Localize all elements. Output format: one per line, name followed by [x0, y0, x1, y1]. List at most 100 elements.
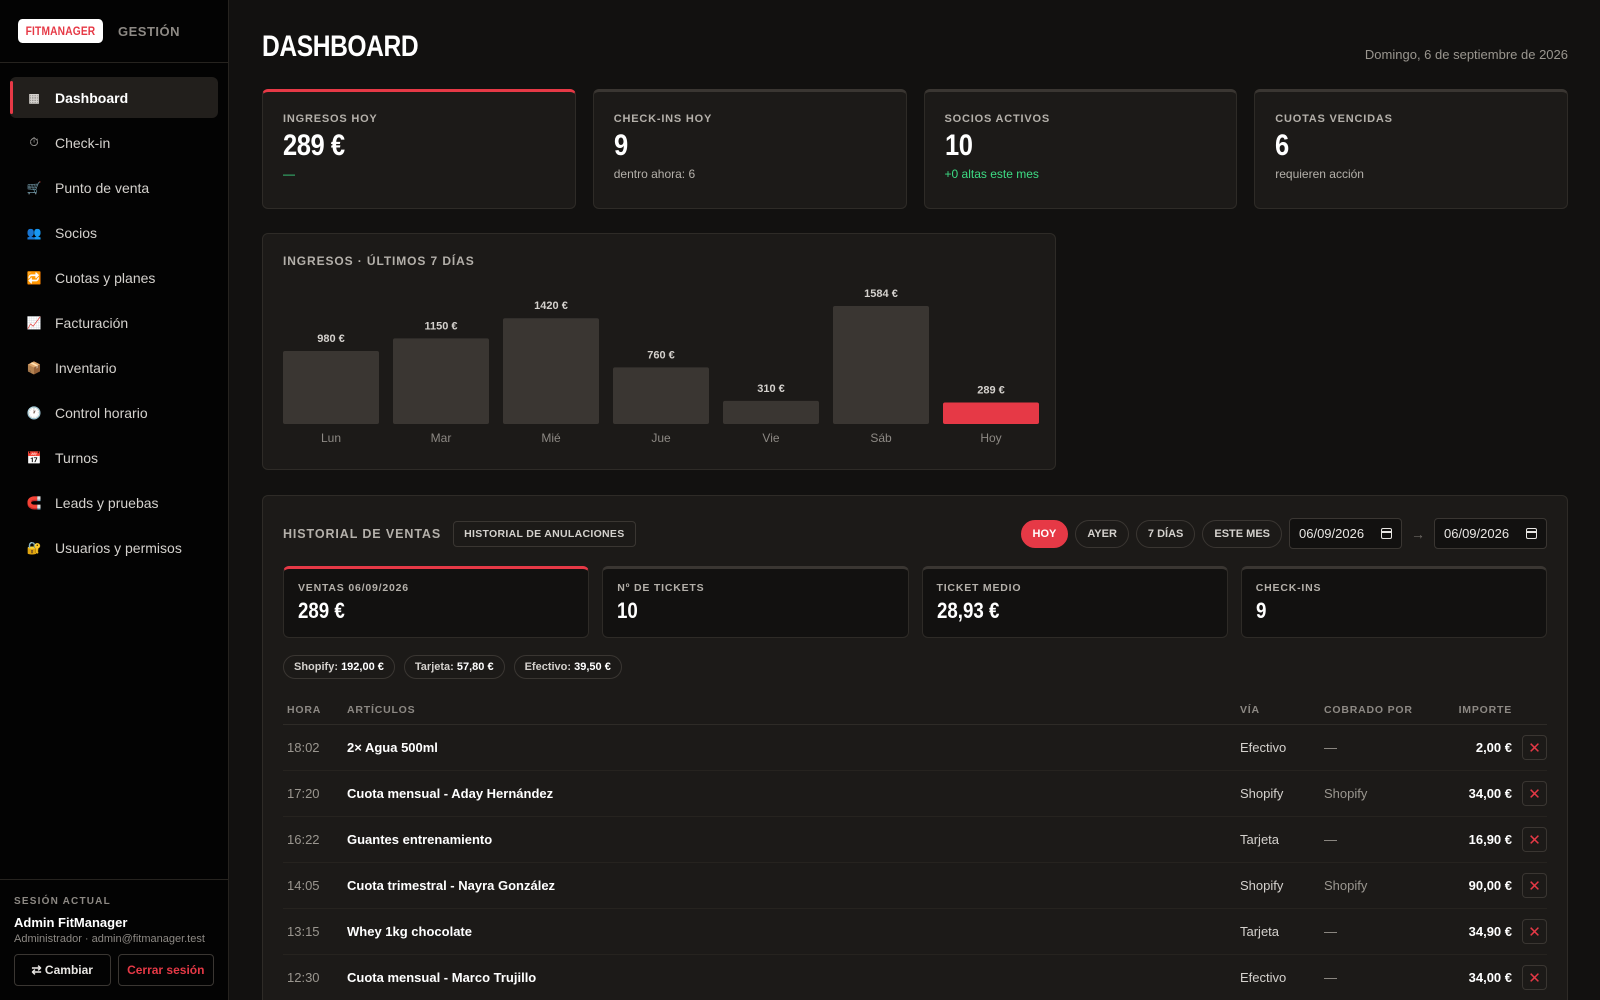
bar-hoy[interactable] [943, 402, 1039, 424]
cell-cobrado: — [1324, 832, 1337, 847]
kpi-row: INGRESOS HOY 289 € — CHECK-INS HOY 9 dentro a… [262, 89, 1568, 209]
bar-lun[interactable] [283, 350, 379, 424]
payment-chip: Shopify: 192,00 € [283, 655, 395, 679]
repeat-icon: 🔁 [26, 270, 42, 285]
sidebar-item-label: Turnos [55, 449, 99, 466]
bar-mié[interactable] [503, 318, 599, 424]
sidebar-item-facturación[interactable]: 📈 Facturación [10, 302, 218, 343]
date-from-input[interactable]: 06/09/2026 [1289, 518, 1402, 549]
bar-category-label: Sáb [870, 431, 892, 445]
bar-jue[interactable] [613, 367, 709, 424]
change-user-button[interactable]: ⇄ Cambiar [14, 954, 111, 986]
bar-mar[interactable] [393, 338, 489, 424]
revenue-chart-title: INGRESOS · ÚLTIMOS 7 DÍAS [283, 254, 475, 268]
summary-value: 28,93 € [936, 598, 999, 623]
cell-articulos: 2× Agua 500ml [347, 740, 438, 755]
cell-via: Tarjeta [1240, 832, 1280, 847]
revenue-bar-chart: 980 € Lun 1150 € Mar 1420 € Mié 760 € Jue 310 € V… [283, 288, 1039, 445]
cell-articulos: Whey 1kg chocolate [347, 924, 472, 939]
brand-logo[interactable]: FITMANAGER [18, 19, 103, 43]
cell-cobrado: Shopify [1324, 878, 1368, 893]
filter-pill[interactable]: ESTE MES [1202, 519, 1282, 548]
filter-pill[interactable]: 7 DÍAS [1135, 519, 1196, 548]
col-cobrado-por[interactable]: COBRADO POR [1324, 704, 1442, 716]
cell-articulos: Guantes entrenamiento [347, 832, 493, 847]
chip-label: Tarjeta: [414, 661, 454, 673]
delete-sale-button[interactable]: ✕ [1522, 827, 1547, 852]
session-label: SESIÓN ACTUAL [14, 896, 111, 907]
sidebar-item-label: Usuarios y permisos [55, 539, 182, 556]
delete-sale-button[interactable]: ✕ [1522, 781, 1547, 806]
calendar-icon[interactable] [1526, 528, 1537, 539]
logout-button[interactable]: Cerrar sesión [117, 954, 214, 986]
sidebar-item-label: Control horario [55, 404, 148, 421]
arrow-right-icon: → [1411, 525, 1425, 542]
delete-sale-button[interactable]: ✕ [1522, 965, 1547, 990]
chip-value: 39,50 € [574, 661, 611, 673]
bar-value-label: 1584 € [864, 288, 898, 300]
cell-via: Shopify [1240, 786, 1284, 801]
clock-icon: 🕐 [26, 405, 42, 420]
chip-label: Shopify: [294, 661, 338, 673]
session-panel: SESIÓN ACTUAL Admin FitManager Administr… [0, 879, 228, 1000]
sidebar-item-socios[interactable]: 👥 Socios [10, 212, 218, 253]
table-row[interactable]: 17:20 Cuota mensual - Aday Hernández Shopi… [283, 771, 1547, 817]
cancellations-history-button[interactable]: HISTORIAL DE ANULACIONES [453, 520, 636, 547]
summary-label: VENTAS 06/09/2026 [298, 582, 409, 594]
sidebar-item-check-in[interactable]: ⏱ Check-in [10, 122, 218, 163]
date-to-input[interactable]: 06/09/2026 [1434, 518, 1547, 549]
sidebar-item-inventario[interactable]: 📦 Inventario [10, 347, 218, 388]
sidebar-item-label: Cuotas y planes [55, 269, 156, 286]
sidebar-nav: ▦ Dashboard ⏱ Check-in 🛒 Punto de venta 👥 Socio… [0, 63, 228, 582]
calendar-icon: 📅 [26, 450, 42, 465]
bar-sáb[interactable] [833, 306, 929, 424]
cell-hora: 13:15 [287, 924, 320, 939]
bar-category-label: Jue [651, 431, 671, 445]
filter-pill[interactable]: AYER [1075, 519, 1129, 548]
bar-value-label: 310 € [757, 383, 785, 395]
sidebar-item-control-horario[interactable]: 🕐 Control horario [10, 392, 218, 433]
main-content: DASHBOARD Domingo, 6 de septiembre de 20… [229, 0, 1600, 1000]
sidebar-item-turnos[interactable]: 📅 Turnos [10, 437, 218, 478]
cell-via: Tarjeta [1240, 924, 1280, 939]
kpi-label: SOCIOS ACTIVOS [944, 113, 1051, 125]
delete-sale-button[interactable]: ✕ [1522, 735, 1547, 760]
chip-value: 57,80 € [456, 661, 494, 673]
kpi-value: 6 [1275, 129, 1290, 162]
sidebar-item-punto-de-venta[interactable]: 🛒 Punto de venta [10, 167, 218, 208]
filter-pill[interactable]: HOY [1020, 519, 1069, 548]
delete-sale-button[interactable]: ✕ [1522, 873, 1547, 898]
table-row[interactable]: 18:02 2× Agua 500ml Efectivo — 2,00 € ✕ [283, 725, 1547, 771]
bar-vie[interactable] [723, 400, 819, 424]
table-row[interactable]: 13:15 Whey 1kg chocolate Tarjeta — 34,90 € ✕ [283, 909, 1547, 955]
sidebar-item-usuarios-y-permisos[interactable]: 🔐 Usuarios y permisos [10, 527, 218, 568]
package-icon: 📦 [26, 360, 42, 375]
col-articulos[interactable]: ARTÍCULOS [347, 704, 1240, 716]
col-via[interactable]: VÍA [1240, 704, 1324, 716]
table-row[interactable]: 12:30 Cuota mensual - Marco Trujillo Efect… [283, 955, 1547, 1000]
col-hora[interactable]: HORA [283, 704, 347, 716]
cell-articulos: Cuota trimestral - Nayra González [347, 878, 556, 893]
cell-via: Shopify [1240, 878, 1284, 893]
sidebar-item-label: Check-in [55, 134, 111, 151]
session-user-role: Administrador · admin@fitmanager.test [14, 933, 205, 945]
kpi-label: CUOTAS VENCIDAS [1275, 113, 1393, 125]
sidebar-item-label: Facturación [55, 314, 129, 331]
kpi-card: CUOTAS VENCIDAS 6 requieren acción [1254, 89, 1568, 209]
table-row[interactable]: 14:05 Cuota trimestral - Nayra González Sh… [283, 863, 1547, 909]
sidebar-item-leads-y-pruebas[interactable]: 🧲 Leads y pruebas [10, 482, 218, 523]
table-row[interactable]: 16:22 Guantes entrenamiento Tarjeta — 16,90 … [283, 817, 1547, 863]
col-importe[interactable]: IMPORTE [1442, 704, 1512, 716]
kpi-value: 9 [613, 129, 628, 162]
delete-sale-button[interactable]: ✕ [1522, 919, 1547, 944]
kpi-subtext: +0 altas este mes [944, 167, 1039, 181]
summary-label: CHECK-INS [1255, 582, 1322, 594]
cell-via: Efectivo [1240, 740, 1287, 755]
stopwatch-icon: ⏱ [29, 135, 39, 149]
calendar-icon[interactable] [1381, 528, 1392, 539]
sidebar-item-cuotas-y-planes[interactable]: 🔁 Cuotas y planes [10, 257, 218, 298]
sidebar-item-dashboard[interactable]: ▦ Dashboard [10, 77, 218, 118]
cell-hora: 16:22 [287, 832, 320, 847]
chip-value: 192,00 € [341, 661, 384, 673]
bar-category-label: Mar [431, 431, 452, 445]
